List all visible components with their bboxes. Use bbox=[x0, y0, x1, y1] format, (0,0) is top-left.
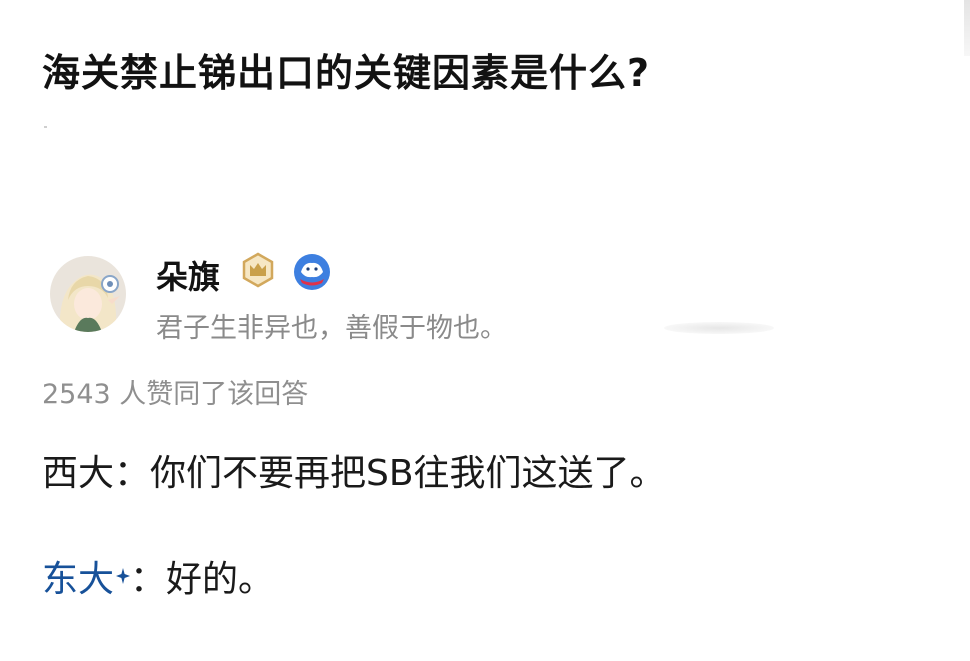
answer-paragraph-1: 西大：你们不要再把SB往我们这送了。 bbox=[42, 453, 666, 494]
question-title[interactable]: 海关禁止锑出口的关键因素是什么? bbox=[42, 42, 650, 97]
author-bio: 君子生非异也，善假于物也。 bbox=[156, 313, 507, 344]
divider-mark bbox=[44, 126, 47, 128]
entity-link[interactable]: 东大 bbox=[42, 559, 114, 600]
answer-paragraph-2-text: ：好的。 bbox=[130, 559, 275, 600]
bird-badge-icon[interactable] bbox=[292, 252, 332, 292]
crown-badge-icon[interactable] bbox=[240, 252, 276, 288]
answer-paragraph-2: 东大 ：好的。 bbox=[42, 550, 274, 602]
background-smudge bbox=[664, 322, 774, 334]
author-info: 朵旗 君子生非异也，善假于物也。 bbox=[44, 248, 944, 348]
sparkle-icon bbox=[116, 552, 131, 593]
vote-count: 2543 人赞同了该回答 bbox=[42, 379, 309, 410]
author-name[interactable]: 朵旗 bbox=[156, 252, 220, 298]
scrollbar-thumb[interactable] bbox=[964, 0, 970, 56]
avatar[interactable] bbox=[50, 256, 126, 332]
